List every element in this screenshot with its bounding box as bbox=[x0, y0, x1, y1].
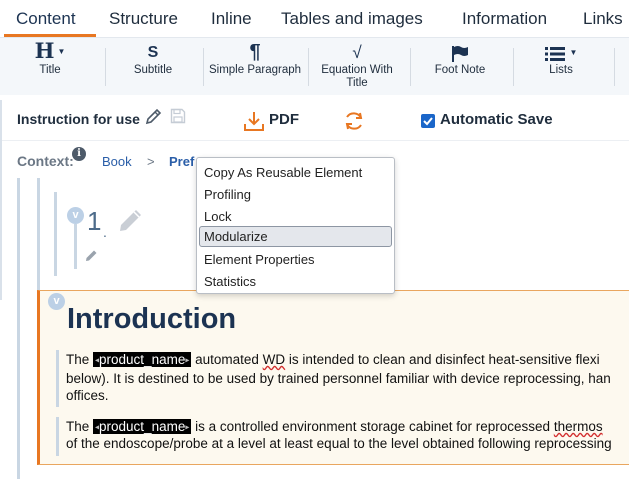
heading-icon: H ▼ bbox=[34, 38, 66, 63]
outline-bar bbox=[17, 178, 20, 479]
equation-with-title-label: Equation With Title bbox=[321, 64, 393, 89]
title-button-label: Title bbox=[39, 64, 61, 76]
tab-inline[interactable]: Inline bbox=[211, 9, 252, 29]
edit-item-pencil-icon[interactable] bbox=[84, 248, 99, 268]
main-tabbar: Content Structure Inline Tables and imag… bbox=[0, 0, 629, 37]
save-disk-icon[interactable] bbox=[170, 108, 186, 129]
checkmark-icon bbox=[423, 117, 433, 126]
lists-button[interactable]: ▼ Lists bbox=[527, 38, 595, 96]
tab-tables-and-images[interactable]: Tables and images bbox=[281, 9, 423, 29]
collapse-toggle-icon[interactable]: v bbox=[48, 293, 65, 310]
menu-item-profiling[interactable]: Profiling bbox=[199, 184, 392, 205]
ribbon-separator bbox=[105, 48, 106, 86]
tab-structure[interactable]: Structure bbox=[109, 9, 178, 29]
sqrt-icon: √ bbox=[352, 43, 362, 62]
misspelled-word[interactable]: thermos bbox=[554, 419, 603, 434]
element-context-menu: Copy As Reusable Element Profiling Lock … bbox=[196, 157, 395, 294]
insert-ribbon: H ▼ Title S Subtitle ¶ Simple Paragraph … bbox=[0, 37, 629, 95]
section-title[interactable]: Introduction bbox=[67, 303, 236, 336]
misspelled-word[interactable]: WD bbox=[263, 352, 286, 367]
foot-note-label: Foot Note bbox=[434, 64, 486, 76]
ribbon-separator bbox=[203, 48, 204, 86]
paragraph-bar bbox=[56, 417, 59, 456]
menu-item-modularize[interactable]: Modularize bbox=[199, 226, 392, 247]
menu-item-copy-as-reusable-element[interactable]: Copy As Reusable Element bbox=[199, 162, 392, 183]
edit-title-pencil-icon[interactable] bbox=[145, 108, 162, 130]
editor-left-edge bbox=[0, 100, 2, 300]
foot-note-button[interactable]: Foot Note bbox=[425, 38, 495, 96]
text-run: The bbox=[66, 419, 94, 434]
variable-name: product_name bbox=[99, 419, 186, 434]
breadcrumb-separator: > bbox=[147, 154, 155, 169]
edit-section-pencil-icon[interactable] bbox=[117, 206, 145, 239]
outline-bar bbox=[54, 192, 57, 276]
variable-name: product_name bbox=[99, 352, 186, 367]
section-number-dot: . bbox=[103, 224, 107, 240]
product-name-variable[interactable]: ◂product_name▸ bbox=[93, 419, 192, 434]
outline-bar bbox=[74, 224, 77, 269]
paragraph-2-line-1[interactable]: The ◂product_name▸ is a controlled envir… bbox=[66, 418, 603, 436]
ribbon-separator bbox=[614, 48, 615, 86]
ribbon-separator bbox=[513, 48, 514, 86]
paragraph-1-line-3[interactable]: offices. bbox=[66, 387, 109, 405]
refresh-icon[interactable] bbox=[343, 110, 365, 137]
flag-icon bbox=[451, 38, 469, 62]
pilcrow-icon: ¶ bbox=[249, 41, 261, 63]
breadcrumb-pref[interactable]: Pref bbox=[169, 154, 194, 169]
automatic-save-checkbox[interactable] bbox=[421, 114, 435, 128]
simple-paragraph-button[interactable]: ¶ Simple Paragraph bbox=[205, 38, 305, 96]
paragraph-1-line-2[interactable]: below). It is destined to be used by tra… bbox=[66, 370, 611, 388]
download-pdf-icon[interactable] bbox=[243, 110, 265, 137]
subtitle-button-label: Subtitle bbox=[133, 64, 173, 76]
menu-item-lock[interactable]: Lock bbox=[199, 206, 392, 227]
paragraph-1-line-1[interactable]: The ◂product_name▸ automated WD is inten… bbox=[66, 351, 600, 369]
document-title: Instruction for use bbox=[17, 111, 140, 127]
text-run: The bbox=[66, 352, 94, 367]
text-run: is a controlled environment storage cabi… bbox=[191, 419, 554, 434]
section-number: 1 bbox=[87, 206, 102, 236]
pdf-button-label[interactable]: PDF bbox=[269, 111, 299, 128]
info-icon[interactable]: i bbox=[72, 147, 86, 161]
context-label: Context: bbox=[17, 153, 74, 169]
lists-label: Lists bbox=[549, 64, 573, 76]
automatic-save-label[interactable]: Automatic Save bbox=[440, 111, 553, 128]
paragraph-2-line-2[interactable]: of the endoscope/probe at a level at lea… bbox=[66, 435, 612, 453]
breadcrumb-book[interactable]: Book bbox=[102, 154, 132, 169]
product-name-variable[interactable]: ◂product_name▸ bbox=[93, 352, 192, 367]
subtitle-icon: S bbox=[147, 44, 159, 61]
paragraph-bar bbox=[56, 350, 59, 407]
menu-item-element-properties[interactable]: Element Properties bbox=[199, 249, 392, 270]
collapse-toggle-icon[interactable]: v bbox=[67, 207, 84, 224]
menu-item-statistics[interactable]: Statistics bbox=[199, 271, 392, 292]
outline-bar bbox=[37, 178, 40, 293]
text-run: is intended to clean and disinfect heat-… bbox=[285, 352, 600, 367]
ribbon-separator bbox=[410, 48, 411, 86]
text-run: automated bbox=[191, 352, 263, 367]
tab-information[interactable]: Information bbox=[462, 9, 547, 29]
ribbon-separator bbox=[308, 48, 309, 86]
tab-links[interactable]: Links bbox=[583, 9, 623, 29]
subtitle-button[interactable]: S Subtitle bbox=[118, 38, 188, 96]
equation-with-title-button[interactable]: √ Equation With Title bbox=[312, 38, 402, 96]
simple-paragraph-label: Simple Paragraph bbox=[208, 64, 302, 76]
title-button[interactable]: H ▼ Title bbox=[14, 38, 86, 96]
tab-content[interactable]: Content bbox=[16, 9, 76, 29]
list-icon: ▼ bbox=[544, 38, 577, 62]
